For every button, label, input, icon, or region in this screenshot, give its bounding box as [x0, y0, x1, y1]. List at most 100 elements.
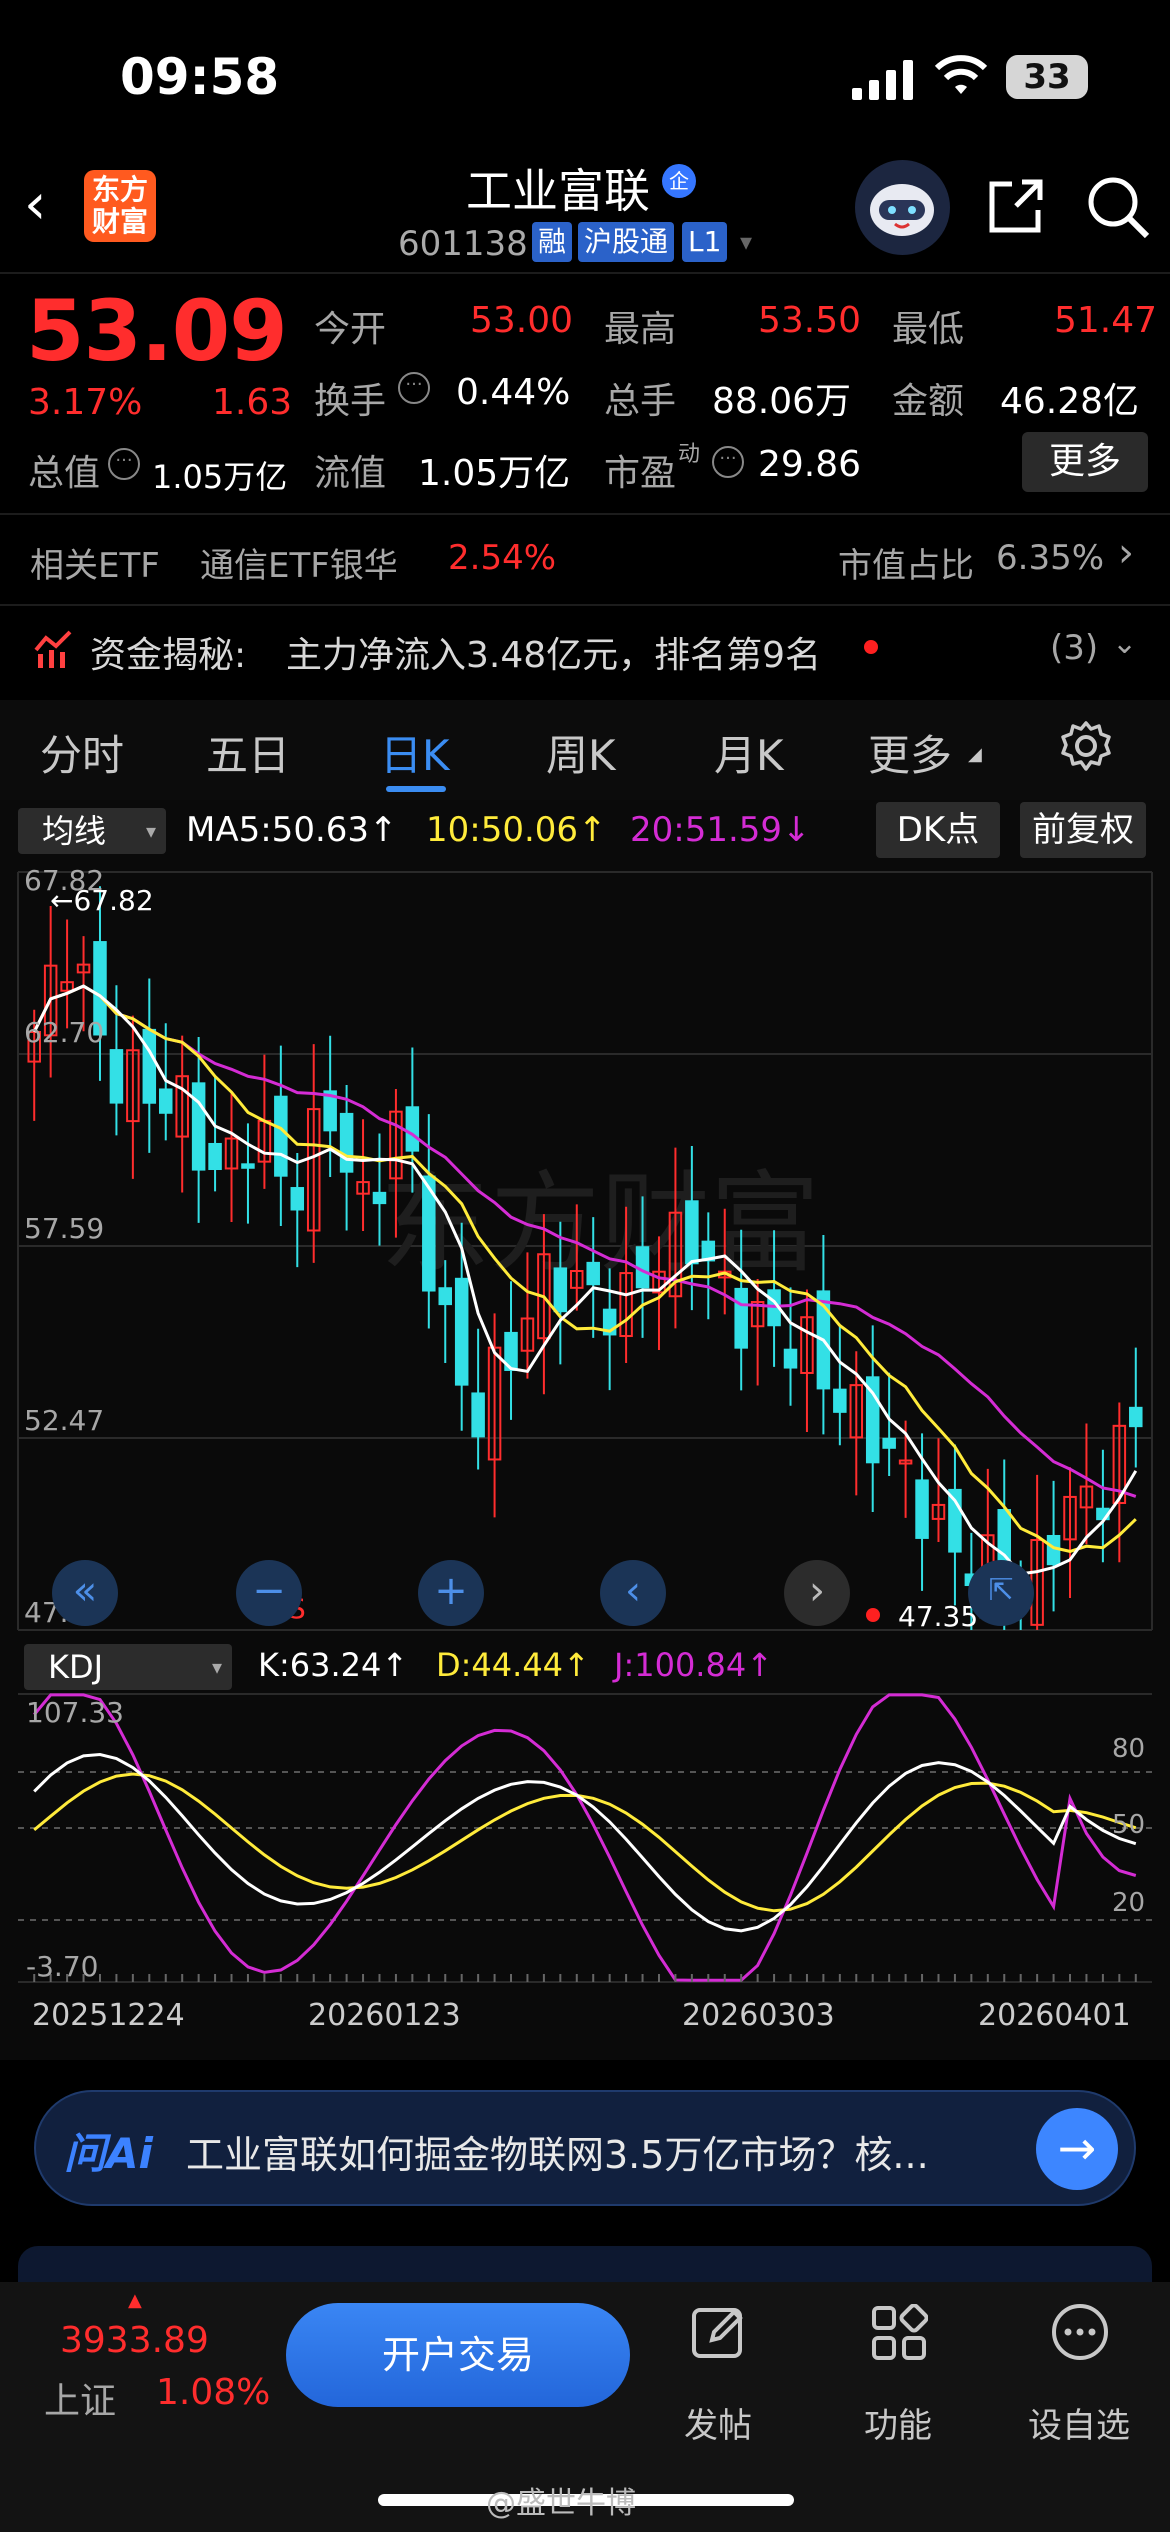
quote-value-low: 51.47	[1054, 300, 1158, 341]
chevron-down-icon[interactable]: ⌄	[1112, 626, 1137, 661]
high-marker-value: 67.82	[73, 884, 154, 917]
ai-logo: 问Ai	[64, 2129, 153, 2178]
date-label: 20260123	[308, 1998, 461, 2033]
quote-value-volume: 88.06万	[712, 381, 852, 422]
quote-label-pe-sup: 动	[678, 442, 701, 467]
quote-value-amount: 46.28亿	[1000, 381, 1140, 422]
search-icon[interactable]	[1085, 174, 1151, 240]
kdj-y-top: 107.33	[26, 1696, 124, 1729]
kline-chart[interactable]: 东方财富	[0, 862, 1170, 2062]
settings-gear-icon[interactable]	[1060, 720, 1112, 772]
more-options-icon[interactable]	[1050, 2302, 1110, 2362]
kdj-k-label: K:63.24↑	[258, 1646, 408, 1684]
scroll-right-button[interactable]: ›	[784, 1560, 850, 1626]
tab-daily-k[interactable]: 日K	[380, 722, 450, 783]
candle-body	[438, 1287, 453, 1306]
date-label: 20251224	[32, 1998, 185, 2033]
tab-more[interactable]: 更多	[868, 722, 952, 783]
fund-flow-text[interactable]: 主力净流入3.48亿元，排名第9名	[286, 626, 821, 678]
change-amount: 1.63	[212, 382, 293, 423]
date-label: 20260401	[978, 1998, 1131, 2033]
kdj-d-line	[33, 1772, 1137, 1913]
tab-five-day[interactable]: 五日	[206, 722, 290, 783]
dk-point-button[interactable]: DK点	[876, 802, 1000, 858]
info-icon[interactable]: ···	[712, 446, 744, 478]
current-price: 53.09	[26, 282, 288, 380]
kdj-level-50: 50	[1112, 1810, 1146, 1840]
status-bar: 09:58 33	[0, 0, 1170, 140]
ma10-value: 10:50.06	[426, 810, 579, 850]
y-label-4: 52.47	[24, 1404, 105, 1437]
app-logo: 东方 财富	[84, 170, 156, 242]
candle-body	[405, 1106, 420, 1152]
candle-body	[339, 1112, 354, 1173]
y-label-2: 62.70	[24, 1016, 105, 1049]
tab-weekly-k[interactable]: 周K	[546, 722, 616, 783]
tag-margin: 融	[532, 222, 573, 262]
y-label-3: 57.59	[24, 1212, 105, 1245]
tag-dropdown-icon[interactable]: ▾	[740, 228, 752, 256]
etf-name[interactable]: 通信ETF银华	[200, 538, 398, 587]
ma20-value: 20:51.59	[630, 810, 783, 850]
ai-send-button[interactable]: →	[1036, 2108, 1118, 2190]
active-tab-indicator	[386, 786, 446, 792]
tag-connect: 沪股通	[578, 222, 675, 262]
candle-body	[783, 1348, 798, 1369]
quote-label-volume: 总手	[604, 381, 677, 422]
divider	[0, 604, 1170, 606]
candle-body	[109, 1049, 124, 1104]
index-value[interactable]: 3933.89	[60, 2320, 209, 2361]
high-marker: ←67.82	[50, 884, 154, 917]
kdj-y-bottom: -3.70	[26, 1950, 99, 1983]
index-change: 1.08%	[156, 2372, 271, 2413]
adjust-button[interactable]: 前复权	[1020, 802, 1146, 858]
post-edit-icon[interactable]	[690, 2304, 748, 2362]
back-icon[interactable]: ‹	[24, 175, 68, 235]
candle-body	[882, 1437, 896, 1449]
kdj-j-value: J:100.84	[614, 1646, 747, 1684]
candle-body	[734, 1287, 748, 1349]
candle-body	[685, 1200, 699, 1265]
share-icon[interactable]	[986, 176, 1046, 236]
zoom-in-button[interactable]: +	[418, 1560, 484, 1626]
chevron-down-icon: ▾	[145, 819, 156, 843]
candle-body	[833, 1388, 847, 1413]
market-value-label: 总值	[28, 453, 101, 494]
trade-button[interactable]: 开户交易	[286, 2303, 630, 2407]
fullscreen-button[interactable]: ⇱	[968, 1560, 1034, 1626]
tab-intraday[interactable]: 分时	[40, 722, 124, 783]
quote-label-high: 最高	[604, 309, 677, 350]
ai-robot-avatar[interactable]	[855, 160, 950, 255]
ma5-value: MA5:50.63	[186, 810, 370, 850]
scroll-left-button[interactable]: ‹	[600, 1560, 666, 1626]
ai-question-text[interactable]: 工业富联如何掘金物联网3.5万亿市场？核...	[186, 2124, 929, 2179]
etf-label: 相关ETF	[30, 546, 160, 586]
zoom-out-button[interactable]: −	[236, 1560, 302, 1626]
arrow-up-icon: ↑	[369, 810, 398, 850]
nav-post[interactable]: 发帖	[684, 2398, 752, 2447]
functions-grid-icon[interactable]	[870, 2304, 928, 2362]
battery-icon: 33	[1006, 55, 1088, 99]
kdj-select[interactable]: KDJ ▾	[24, 1644, 232, 1690]
chevron-right-icon[interactable]: ›	[1118, 530, 1134, 576]
indicator-select[interactable]: 均线 ▾	[18, 808, 166, 854]
quote-label-float: 流值	[314, 453, 387, 494]
cellular-signal-icon	[852, 60, 913, 100]
info-icon[interactable]: ···	[398, 372, 430, 404]
stock-name: 工业富联	[466, 164, 650, 218]
author-watermark: @盛世牛博	[486, 2486, 636, 2521]
nav-functions[interactable]: 功能	[864, 2398, 932, 2447]
tab-monthly-k[interactable]: 月K	[714, 722, 784, 783]
enterprise-badge: 企	[662, 164, 696, 198]
candle-body	[290, 1187, 305, 1211]
scroll-to-start-button[interactable]: «	[52, 1560, 118, 1626]
fund-flow-icon	[34, 630, 72, 668]
more-button[interactable]: 更多	[1022, 432, 1148, 492]
nav-add-watchlist[interactable]: 设自选	[1028, 2398, 1130, 2447]
signal-dot	[866, 1608, 880, 1622]
quote-value-pe: 29.86	[758, 444, 862, 485]
info-icon[interactable]: ···	[108, 448, 140, 480]
kdj-level-80: 80	[1112, 1734, 1146, 1764]
quote-value-high: 53.50	[758, 300, 862, 341]
quote-value-float: 1.05万亿	[418, 453, 571, 494]
